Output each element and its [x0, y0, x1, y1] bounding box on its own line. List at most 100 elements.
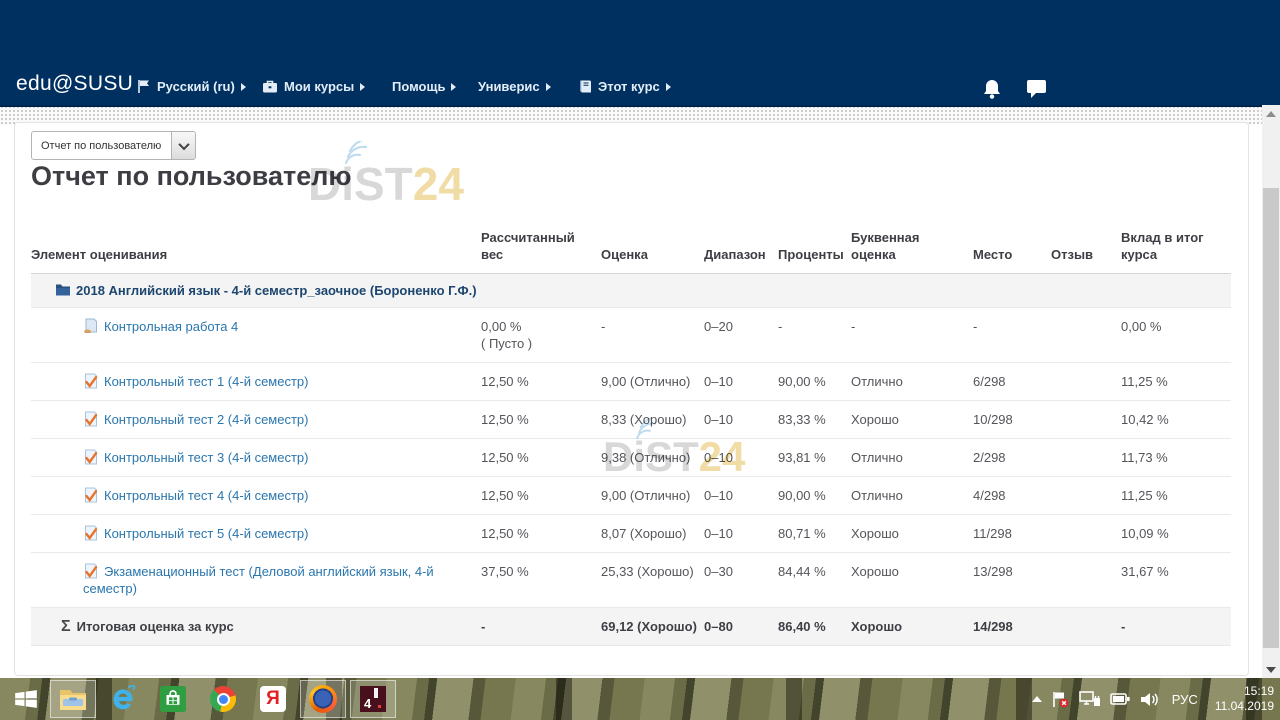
cell-rank: -: [973, 308, 1051, 363]
clock-date: 11.04.2019: [1215, 699, 1274, 714]
cell-weight: 12,50 %: [481, 363, 601, 401]
start-button[interactable]: [6, 680, 46, 718]
cell-percent: 90,00 %: [778, 477, 851, 515]
cell-percent: 83,33 %: [778, 401, 851, 439]
col-item: Элемент оценивания: [31, 223, 481, 274]
table-row: Контрольный тест 3 (4-й семестр) 12,50 %…: [31, 439, 1231, 477]
cell-feedback: [1051, 363, 1121, 401]
cell-grade: 8,33 (Хорошо): [601, 401, 704, 439]
firefox-icon[interactable]: [300, 680, 346, 718]
cell-weight: 12,50 %: [481, 477, 601, 515]
cell-grade: 69,12 (Хорошо): [601, 608, 704, 646]
quiz-icon: [83, 373, 99, 389]
course-title: 2018 Английский язык - 4-й семестр_заочн…: [76, 283, 477, 298]
cell-percent: 80,71 %: [778, 515, 851, 553]
windows-logo-icon: [13, 686, 39, 712]
cell-feedback: [1051, 608, 1121, 646]
site-logo[interactable]: edu@SUSU: [16, 72, 133, 96]
briefcase-icon: [262, 79, 278, 97]
col-letter: Буквенная оценка: [851, 223, 973, 274]
clock[interactable]: 15:19 11.04.2019: [1215, 684, 1274, 714]
cell-grade: 8,07 (Хорошо): [601, 515, 704, 553]
cell-rank: 2/298: [973, 439, 1051, 477]
nav-item-this-course[interactable]: Этот курс: [578, 79, 671, 97]
nav-item-help[interactable]: Помощь: [392, 79, 456, 94]
language-indicator[interactable]: РУС: [1172, 692, 1198, 707]
messages-bubble-icon[interactable]: [1026, 78, 1047, 104]
taskbar: Я 4 РУС 15:19: [0, 678, 1280, 720]
cell-feedback: [1051, 553, 1121, 608]
folder-icon: [55, 282, 71, 298]
cell-rank: 6/298: [973, 363, 1051, 401]
cell-percent: 93,81 %: [778, 439, 851, 477]
flag-icon: [137, 79, 151, 97]
cell-feedback: [1051, 439, 1121, 477]
cell-letter: Хорошо: [851, 608, 973, 646]
cell-letter: Отлично: [851, 477, 973, 515]
table-row: Контрольный тест 1 (4-й семестр) 12,50 %…: [31, 363, 1231, 401]
cell-weight: 12,50 %: [481, 401, 601, 439]
action-center-flag-icon[interactable]: [1051, 690, 1070, 709]
cell-percent: -: [778, 308, 851, 363]
cell-contribution: 11,25 %: [1121, 477, 1231, 515]
hidden-icons-arrow[interactable]: [1032, 696, 1042, 702]
grade-item-link[interactable]: Контрольный тест 4 (4-й семестр): [104, 488, 308, 503]
col-rank: Место: [973, 223, 1051, 274]
clock-time: 15:19: [1215, 684, 1274, 699]
cell-letter: Отлично: [851, 439, 973, 477]
scrollbar-up-arrow-icon[interactable]: [1262, 105, 1280, 122]
grade-item-link[interactable]: Контрольная работа 4: [104, 319, 238, 334]
system-tray: РУС 15:19 11.04.2019: [1032, 678, 1274, 720]
cell-grade: 9,38 (Отлично): [601, 439, 704, 477]
scrollbar[interactable]: [1262, 105, 1280, 678]
scrollbar-down-arrow-icon[interactable]: [1262, 661, 1280, 678]
notifications-bell-icon[interactable]: [982, 78, 1002, 105]
content-card: Отчет по пользователю Отчет по пользоват…: [14, 122, 1249, 676]
table-header-row: Элемент оценивания Рассчитанный вес Оцен…: [31, 223, 1231, 274]
file-explorer-icon[interactable]: [50, 680, 96, 718]
course-total-row: ΣИтоговая оценка за курс - 69,12 (Хорошо…: [31, 608, 1231, 646]
chrome-icon[interactable]: [200, 680, 246, 718]
cell-percent: 90,00 %: [778, 363, 851, 401]
cell-contribution: -: [1121, 608, 1231, 646]
quiz-icon: [83, 411, 99, 427]
grade-item-link[interactable]: Экзаменационный тест (Деловой английский…: [83, 564, 434, 596]
cell-grade: 9,00 (Отлично): [601, 363, 704, 401]
nav-item-my-courses[interactable]: Мои курсы: [262, 79, 365, 97]
scrollbar-thumb[interactable]: [1263, 188, 1279, 648]
grade-item-link[interactable]: Контрольный тест 2 (4-й семестр): [104, 412, 308, 427]
cell-contribution: 11,25 %: [1121, 363, 1231, 401]
nav-item-univeris[interactable]: Универис: [478, 79, 551, 94]
battery-icon[interactable]: [1110, 691, 1131, 707]
grade-item-link[interactable]: Контрольный тест 3 (4-й семестр): [104, 450, 308, 465]
cell-range: 0–10: [704, 477, 778, 515]
cell-weight: 12,50 %: [481, 515, 601, 553]
cell-contribution: 0,00 %: [1121, 308, 1231, 363]
network-icon[interactable]: [1079, 690, 1101, 708]
cell-range: 0–80: [704, 608, 778, 646]
nav-item-language[interactable]: Русский (ru): [137, 79, 246, 97]
cell-feedback: [1051, 308, 1121, 363]
windows-store-icon[interactable]: [150, 680, 196, 718]
app-4-icon[interactable]: 4: [350, 680, 396, 718]
cell-range: 0–10: [704, 515, 778, 553]
internet-explorer-icon[interactable]: [100, 680, 146, 718]
quiz-icon: [83, 487, 99, 503]
cell-rank: 11/298: [973, 515, 1051, 553]
cell-feedback: [1051, 515, 1121, 553]
cell-percent: 86,40 %: [778, 608, 851, 646]
cell-rank: 13/298: [973, 553, 1051, 608]
cell-grade: 25,33 (Хорошо): [601, 553, 704, 608]
yandex-browser-icon[interactable]: Я: [250, 680, 296, 718]
volume-icon[interactable]: [1140, 691, 1159, 708]
cell-weight: 12,50 %: [481, 439, 601, 477]
cell-range: 0–10: [704, 439, 778, 477]
grade-item-link[interactable]: Контрольный тест 1 (4-й семестр): [104, 374, 308, 389]
total-label: Итоговая оценка за курс: [77, 619, 234, 634]
report-type-select[interactable]: Отчет по пользователю: [31, 131, 196, 160]
cell-range: 0–10: [704, 363, 778, 401]
table-row: Экзаменационный тест (Деловой английский…: [31, 553, 1231, 608]
cell-feedback: [1051, 477, 1121, 515]
col-range: Диапазон: [704, 223, 778, 274]
grade-item-link[interactable]: Контрольный тест 5 (4-й семестр): [104, 526, 308, 541]
